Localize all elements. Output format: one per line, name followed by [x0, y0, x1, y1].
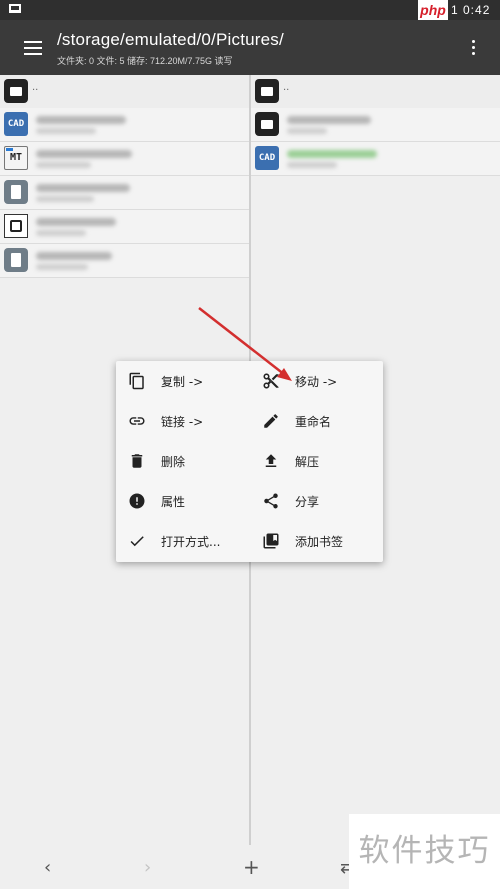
menu-move[interactable]: 移动 -> — [250, 361, 380, 401]
blurred-file-meta — [36, 128, 96, 134]
checkmark-icon — [130, 536, 144, 547]
hamburger-menu-icon[interactable] — [24, 41, 42, 55]
file-row[interactable] — [0, 210, 249, 244]
upload-icon — [265, 454, 277, 467]
blurred-file-name — [36, 218, 116, 226]
file-row[interactable]: CAD — [251, 142, 500, 176]
menu-move-label: 移动 -> — [295, 375, 338, 389]
menu-copy[interactable]: 复制 -> — [116, 361, 246, 401]
more-options-icon[interactable] — [470, 40, 476, 56]
watermark: 软件技巧 — [349, 814, 500, 889]
trash-icon — [131, 454, 143, 468]
file-row[interactable]: MT — [0, 142, 249, 176]
php-logo: php — [418, 0, 448, 20]
chip-file-icon — [4, 214, 28, 238]
menu-delete-label: 删除 — [161, 455, 186, 469]
folder-icon — [255, 112, 279, 136]
copy-icon — [129, 372, 144, 390]
menu-extract-label: 解压 — [295, 455, 320, 469]
scissors-icon — [263, 373, 279, 389]
pencil-icon — [264, 414, 278, 428]
document-icon — [4, 180, 28, 204]
file-row[interactable] — [0, 244, 249, 278]
blurred-file-name — [287, 150, 377, 158]
parent-folder-label: .. — [32, 82, 39, 93]
parent-folder-row[interactable]: .. — [0, 75, 249, 108]
bookmarks-icon — [263, 533, 279, 549]
menu-link[interactable]: 链接 -> — [116, 401, 246, 441]
blurred-file-meta — [36, 230, 86, 236]
menu-delete[interactable]: 删除 — [116, 441, 246, 481]
menu-add-bookmark-label: 添加书签 — [295, 535, 344, 549]
menu-extract[interactable]: 解压 — [250, 441, 380, 481]
blurred-file-meta — [36, 162, 91, 168]
status-bar: php 1 0:42 — [0, 0, 500, 20]
blurred-file-name — [36, 150, 132, 158]
link-icon — [129, 417, 145, 425]
back-arrow-icon[interactable]: ‹ — [44, 857, 51, 878]
cad-file-icon: CAD — [4, 112, 28, 136]
menu-properties[interactable]: 属性 — [116, 481, 246, 521]
share-icon — [264, 493, 278, 509]
blurred-file-meta — [287, 128, 327, 134]
blurred-file-name — [36, 252, 112, 260]
forward-arrow-icon[interactable]: › — [144, 857, 151, 878]
status-clock: 1 0:42 — [451, 3, 491, 17]
folder-icon — [255, 79, 279, 103]
menu-share-label: 分享 — [295, 495, 320, 509]
parent-folder-row[interactable]: .. — [251, 75, 500, 108]
mt-file-icon: MT — [4, 146, 28, 170]
menu-properties-label: 属性 — [161, 495, 186, 509]
blurred-file-name — [287, 116, 371, 124]
blurred-file-meta — [36, 264, 88, 270]
screen-icon — [9, 4, 21, 13]
menu-open-with-label: 打开方式... — [161, 535, 221, 549]
cad-file-icon: CAD — [255, 146, 279, 170]
blurred-file-name — [36, 116, 126, 124]
blurred-file-name — [36, 184, 130, 192]
menu-share[interactable]: 分享 — [250, 481, 380, 521]
file-row[interactable] — [251, 108, 500, 142]
menu-link-label: 链接 -> — [161, 415, 204, 429]
menu-rename[interactable]: 重命名 — [250, 401, 380, 441]
folder-icon — [4, 79, 28, 103]
blurred-file-meta — [287, 162, 337, 168]
menu-rename-label: 重命名 — [295, 415, 332, 429]
blurred-file-meta — [36, 196, 94, 202]
menu-open-with[interactable]: 打开方式... — [116, 521, 246, 561]
document-icon — [4, 248, 28, 272]
file-row[interactable] — [0, 176, 249, 210]
parent-folder-label: .. — [283, 82, 290, 93]
current-path: /storage/emulated/0/Pictures/ — [57, 30, 284, 49]
app-bar: /storage/emulated/0/Pictures/ 文件夹: 0 文件:… — [0, 20, 500, 75]
menu-add-bookmark[interactable]: 添加书签 — [250, 521, 380, 561]
info-alert-icon — [129, 493, 145, 509]
storage-summary: 文件夹: 0 文件: 5 储存: 712.20M/7.75G 读写 — [57, 56, 233, 66]
add-icon[interactable]: + — [243, 855, 260, 879]
file-context-menu: 复制 -> 移动 -> 链接 -> 重命名 删除 解压 属性 分享 打开方式..… — [116, 361, 383, 562]
menu-copy-label: 复制 -> — [161, 375, 204, 389]
file-row[interactable]: CAD — [0, 108, 249, 142]
